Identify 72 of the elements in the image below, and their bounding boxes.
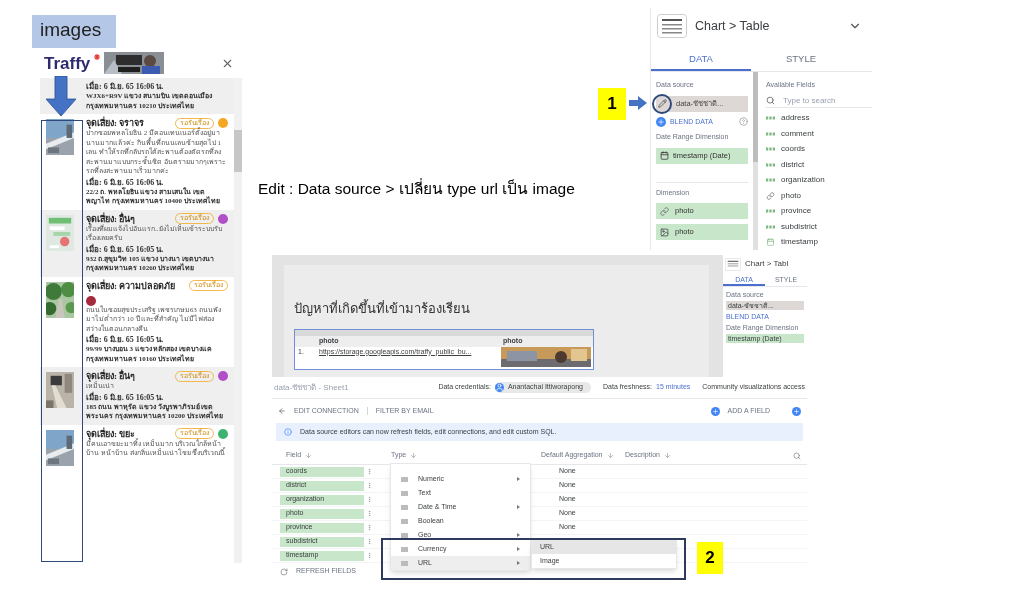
data-source-name: data-ชัชชาติ - Sheet1 xyxy=(274,381,349,394)
panel-title: Chart > Tabl xyxy=(745,258,789,270)
sort-arrow-icon[interactable] xyxy=(410,452,418,459)
calendar-icon xyxy=(766,238,775,247)
type-icon xyxy=(401,504,408,510)
sort-arrow-icon[interactable] xyxy=(305,452,313,459)
report-title: จุดเสี่ยง: อื่นๆ xyxy=(86,370,136,382)
image-icon xyxy=(660,227,669,237)
type-icon xyxy=(401,490,408,496)
report-title: จุดเสี่ยง: อื่นๆ xyxy=(86,212,136,225)
report-time: เมื่อ: 6 มิ.ย. 65 16:05 น. xyxy=(86,243,165,255)
calendar-icon xyxy=(660,151,669,160)
submenu-arrow-icon xyxy=(517,505,520,509)
search-icon xyxy=(766,96,775,105)
report-time: เมื่อ: 6 มิ.ย. 65 16:06 น. xyxy=(86,176,165,187)
field-name[interactable]: coords xyxy=(781,143,805,156)
field-name[interactable]: address xyxy=(781,112,810,125)
report-title: จุดเสี่ยง: จราจร xyxy=(86,117,145,129)
refresh-icon[interactable] xyxy=(280,567,288,576)
field-name[interactable]: photo xyxy=(781,189,802,202)
link-icon xyxy=(766,191,775,200)
info-icon xyxy=(284,428,292,436)
step-callout: 2 xyxy=(697,542,723,574)
right-arrow xyxy=(629,96,647,110)
link-icon xyxy=(660,206,669,216)
field-name[interactable]: timestamp xyxy=(781,236,818,249)
type-icon xyxy=(401,546,408,552)
report-title: จุดเสี่ยง: ขยะ xyxy=(86,427,136,440)
field-search[interactable]: Type to search xyxy=(783,94,863,107)
field-name[interactable]: comment xyxy=(781,127,814,140)
report-time: เมื่อ: 6 มิ.ย. 65 16:05 น. xyxy=(86,334,165,345)
panel-tab[interactable]: STYLE xyxy=(751,44,851,71)
back-icon[interactable] xyxy=(278,407,286,415)
plus-icon[interactable] xyxy=(792,406,801,416)
sort-arrow-icon[interactable] xyxy=(664,452,671,459)
down-arrow xyxy=(46,76,76,116)
type-icon xyxy=(401,518,408,524)
text-type-icon xyxy=(766,176,775,185)
step-callout: 1 xyxy=(598,88,626,120)
type-icon xyxy=(401,476,408,482)
scrollbar[interactable] xyxy=(753,72,758,250)
sort-arrow-icon[interactable] xyxy=(606,452,614,459)
scrollbar[interactable] xyxy=(234,78,242,563)
report-title: จุดเสี่ยง: ความปลอดภัย xyxy=(86,279,176,292)
type-icon xyxy=(401,532,408,538)
text-type-icon xyxy=(766,114,775,123)
field-name[interactable]: organization xyxy=(781,174,825,187)
panel-title: Chart > Table xyxy=(695,17,770,35)
panel-tab[interactable]: DATA xyxy=(651,44,751,71)
submenu-arrow-icon xyxy=(517,561,520,565)
submenu-arrow-icon xyxy=(517,477,520,481)
submenu-arrow-icon xyxy=(517,533,520,537)
report-time: เมื่อ: 6 มิ.ย. 65 16:06 น. xyxy=(86,81,165,92)
slide-label: images xyxy=(32,15,116,48)
instruction-text: Edit : Data source > เปลี่ยน type url เป็น image xyxy=(258,177,575,199)
field-name[interactable]: subdistrict xyxy=(781,220,817,233)
field-name[interactable]: district xyxy=(781,158,805,171)
submenu-arrow-icon xyxy=(517,547,520,551)
text-type-icon xyxy=(766,207,775,216)
traffy-logo: Traffy xyxy=(44,54,91,72)
user-icon xyxy=(494,383,504,392)
type-icon xyxy=(401,560,408,566)
report-time: เมื่อ: 6 มิ.ย. 65 16:05 น. xyxy=(86,391,165,403)
plus-icon[interactable] xyxy=(656,116,666,127)
pencil-icon[interactable] xyxy=(657,99,667,108)
search-icon[interactable] xyxy=(793,451,801,460)
help-icon[interactable] xyxy=(739,117,748,127)
plus-icon[interactable] xyxy=(710,406,720,416)
report-title: ปัญหาที่เกิดขึ้นที่เข้ามาร้องเรียน xyxy=(294,299,471,318)
field-name[interactable]: province xyxy=(781,205,812,218)
table-chart-icon xyxy=(657,14,687,38)
text-type-icon xyxy=(766,145,775,154)
